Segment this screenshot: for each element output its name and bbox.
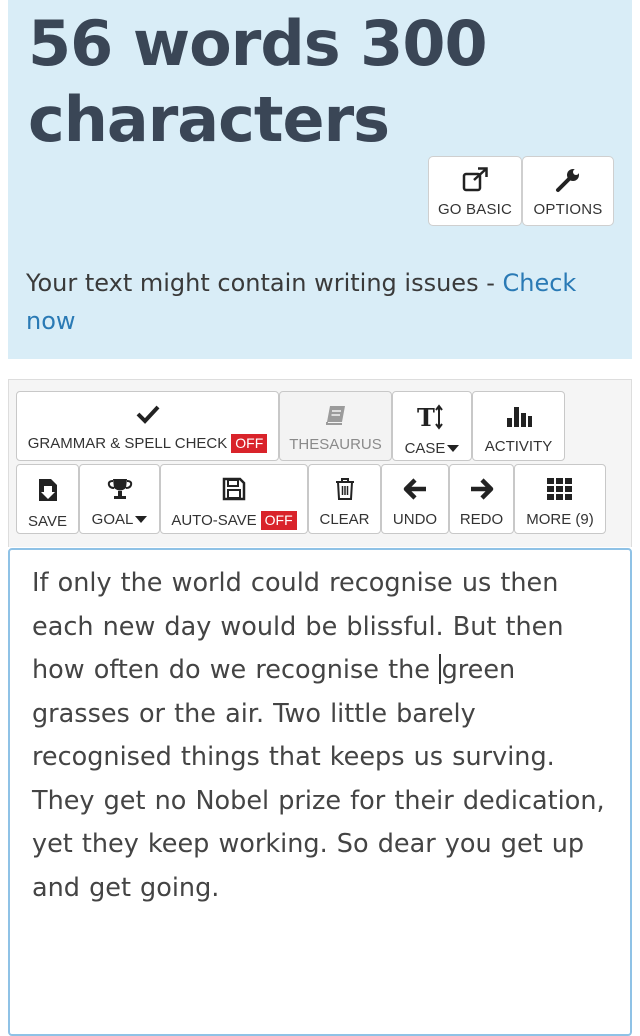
download-icon (37, 477, 59, 503)
text-case-icon: T (417, 404, 447, 430)
case-button[interactable]: T CASE (392, 391, 472, 461)
more-button[interactable]: MORE (9) (514, 464, 606, 534)
text-cursor (439, 654, 441, 684)
writing-issues-message: Your text might contain writing issues -… (26, 264, 586, 340)
go-basic-button[interactable]: GO BASIC (428, 156, 522, 226)
thesaurus-button[interactable]: THESAURUS (279, 391, 392, 461)
save-button[interactable]: SAVE (16, 464, 79, 534)
floppy-disk-icon (222, 477, 246, 501)
grammar-off-badge: OFF (231, 434, 268, 453)
redo-button[interactable]: REDO (449, 464, 514, 534)
undo-label: UNDO (392, 511, 438, 528)
thesaurus-label: THESAURUS (289, 436, 382, 453)
chevron-down-icon (447, 445, 460, 452)
activity-button[interactable]: ACTIVITY (472, 391, 565, 461)
chevron-down-icon (135, 516, 148, 523)
auto-save-label: AUTO-SAVE (171, 512, 257, 529)
stats-panel: 56 words 300 characters GO BASIC OPTIONS… (8, 0, 632, 359)
checkmark-icon (136, 404, 160, 424)
arrow-right-icon (469, 477, 495, 501)
editor-content[interactable]: If only the world could recognise us the… (32, 562, 617, 910)
trophy-icon (107, 477, 133, 501)
more-label: MORE (9) (526, 511, 594, 528)
undo-button[interactable]: UNDO (381, 464, 449, 534)
bar-chart-icon (505, 404, 533, 428)
options-label: OPTIONS (533, 201, 603, 218)
editor-toolbar: GRAMMAR & SPELL CHECK OFF THESAURUS T CAS… (8, 379, 632, 547)
wrench-icon (555, 167, 581, 193)
writing-issues-text: Your text might contain writing issues - (26, 269, 503, 297)
book-icon (324, 404, 348, 426)
grammar-label: GRAMMAR & SPELL CHECK (27, 435, 228, 452)
text-editor[interactable]: If only the world could recognise us the… (8, 548, 632, 1036)
external-link-icon (461, 167, 489, 193)
auto-save-off-badge: OFF (260, 511, 297, 530)
activity-label: ACTIVITY (484, 438, 553, 455)
grammar-spell-check-button[interactable]: GRAMMAR & SPELL CHECK OFF (16, 391, 279, 461)
svg-text:T: T (417, 404, 435, 430)
redo-label: REDO (459, 511, 504, 528)
goal-button[interactable]: GOAL (79, 464, 160, 534)
options-button[interactable]: OPTIONS (522, 156, 614, 226)
grid-icon (546, 477, 574, 501)
arrow-left-icon (402, 477, 428, 501)
trash-icon (334, 477, 356, 501)
word-count-headline: 56 words 300 characters (28, 7, 488, 156)
editor-text-after-cursor: green grasses or the air. Two little bar… (32, 655, 605, 903)
save-label: SAVE (28, 513, 67, 530)
go-basic-label: GO BASIC (437, 201, 513, 218)
clear-button[interactable]: CLEAR (308, 464, 381, 534)
goal-label: GOAL (91, 511, 134, 528)
auto-save-button[interactable]: AUTO-SAVE OFF (160, 464, 308, 534)
case-label: CASE (404, 440, 446, 457)
clear-label: CLEAR (319, 511, 370, 528)
